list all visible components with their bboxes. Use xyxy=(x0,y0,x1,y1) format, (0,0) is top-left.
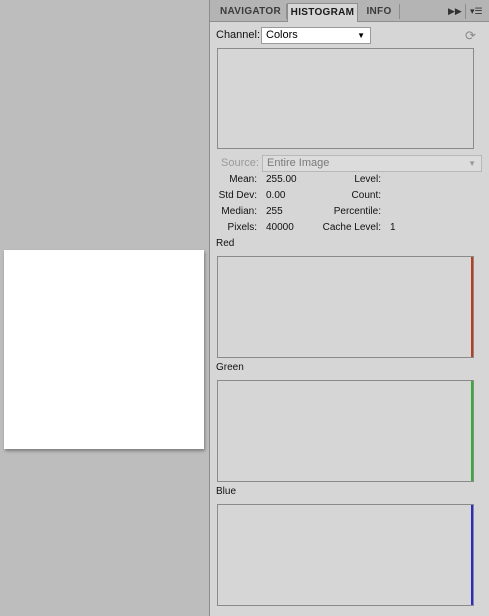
red-channel-label: Red xyxy=(216,238,235,249)
level-label: Level: xyxy=(354,174,381,185)
cache-level-value: 1 xyxy=(390,222,396,233)
histogram-panel: NAVIGATOR HISTOGRAM INFO ▶▶ ▾☰ Channel: … xyxy=(209,0,489,616)
green-channel-label: Green xyxy=(216,362,244,373)
red-histogram-spike xyxy=(471,257,473,357)
tab-divider xyxy=(399,4,400,19)
source-label: Source: xyxy=(221,157,259,169)
chevron-down-icon: ▼ xyxy=(468,159,476,168)
document-canvas[interactable] xyxy=(4,250,204,449)
channel-value: Colors xyxy=(266,29,298,41)
source-value: Entire Image xyxy=(267,157,330,169)
blue-histogram xyxy=(217,504,474,606)
blue-channel-label: Blue xyxy=(216,486,237,497)
channel-select[interactable]: Colors ▼ xyxy=(261,27,371,44)
red-histogram xyxy=(217,256,474,358)
count-label: Count: xyxy=(351,190,381,201)
tab-divider xyxy=(465,4,466,19)
refresh-icon[interactable]: ⟳ xyxy=(465,28,476,44)
panel-tab-bar: NAVIGATOR HISTOGRAM INFO ▶▶ ▾☰ xyxy=(210,0,489,22)
stddev-value: 0.00 xyxy=(266,190,286,201)
tab-info[interactable]: INFO xyxy=(360,3,398,21)
green-histogram xyxy=(217,380,474,482)
median-value: 255 xyxy=(266,206,283,217)
panel-menu-icon[interactable]: ▾☰ xyxy=(470,5,483,17)
composite-histogram xyxy=(217,48,474,149)
green-histogram-spike xyxy=(471,381,473,481)
cache-level-label: Cache Level: xyxy=(322,222,381,233)
median-label: Median: xyxy=(221,206,257,217)
stddev-label: Std Dev: xyxy=(218,190,257,201)
channel-label: Channel: xyxy=(216,29,261,41)
blue-histogram-spike xyxy=(471,505,473,605)
percentile-label: Percentile: xyxy=(333,206,381,217)
double-arrow-icon[interactable]: ▶▶ xyxy=(448,5,462,17)
tab-navigator[interactable]: NAVIGATOR xyxy=(215,3,286,21)
chevron-down-icon: ▼ xyxy=(357,31,365,40)
tab-histogram[interactable]: HISTOGRAM xyxy=(287,3,358,22)
pixels-label: Pixels: xyxy=(227,222,257,233)
mean-value: 255.00 xyxy=(266,174,297,185)
mean-label: Mean: xyxy=(229,174,257,185)
source-select[interactable]: Entire Image ▼ xyxy=(262,155,482,172)
pixels-value: 40000 xyxy=(266,222,294,233)
